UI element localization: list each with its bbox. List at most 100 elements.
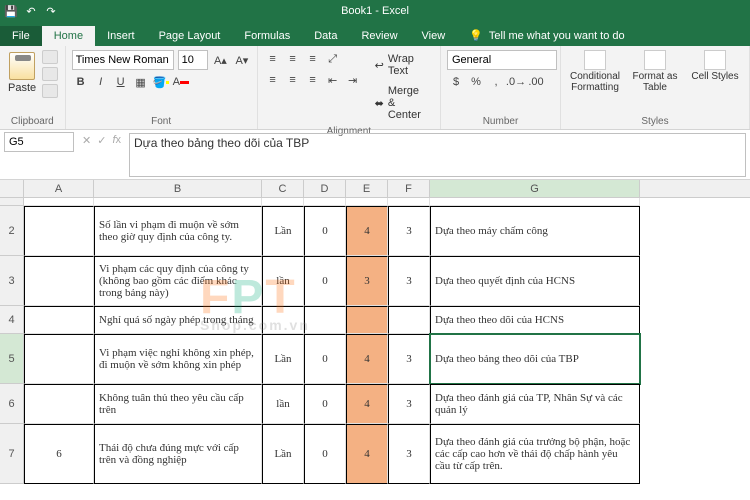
format-painter-icon[interactable] <box>42 84 58 98</box>
col-header-A[interactable]: A <box>24 180 94 197</box>
italic-button[interactable]: I <box>92 73 110 91</box>
tab-formulas[interactable]: Formulas <box>232 26 302 46</box>
cell[interactable]: 6 <box>24 424 94 484</box>
cell[interactable]: 4 <box>346 334 388 384</box>
cell[interactable]: Lần <box>262 206 304 256</box>
cut-icon[interactable] <box>42 50 58 64</box>
cell[interactable]: 4 <box>346 424 388 484</box>
redo-icon[interactable]: ↷ <box>44 4 58 18</box>
conditional-formatting-button[interactable]: Conditional Formatting <box>567 50 623 93</box>
copy-icon[interactable] <box>42 67 58 81</box>
enter-formula-icon[interactable]: ✓ <box>97 134 106 147</box>
cell[interactable] <box>346 306 388 334</box>
paste-button[interactable]: Paste <box>6 50 38 98</box>
decrease-decimal-icon[interactable]: .00 <box>527 73 545 91</box>
increase-font-icon[interactable]: A▴ <box>212 51 230 69</box>
cell[interactable]: 3 <box>388 206 430 256</box>
cell[interactable]: 3 <box>388 334 430 384</box>
align-top-icon[interactable]: ≡ <box>264 50 282 68</box>
cell[interactable]: Không tuân thủ theo yêu cầu cấp trên <box>94 384 262 424</box>
cell[interactable]: Dựa theo quyết định của HCNS <box>430 256 640 306</box>
fx-icon[interactable]: fx <box>112 134 121 147</box>
font-color-button[interactable]: A <box>172 73 190 91</box>
col-header-C[interactable]: C <box>262 180 304 197</box>
cell[interactable]: 3 <box>346 256 388 306</box>
cell[interactable] <box>24 256 94 306</box>
col-header-F[interactable]: F <box>388 180 430 197</box>
cell[interactable]: Nghỉ quá số ngày phép trong tháng <box>94 306 262 334</box>
formula-input[interactable]: Dựa theo bảng theo dõi của TBP <box>129 133 746 177</box>
row-header[interactable]: 7 <box>0 424 23 484</box>
cell[interactable]: 0 <box>304 424 346 484</box>
number-format-select[interactable] <box>447 50 557 70</box>
select-all-corner[interactable] <box>0 180 24 197</box>
increase-decimal-icon[interactable]: .0→ <box>507 73 525 91</box>
cell[interactable]: Dựa theo đánh giá của TP, Nhân Sự và các… <box>430 384 640 424</box>
cell[interactable]: lần <box>262 256 304 306</box>
worksheet[interactable]: A B C D E F G 234567 Số lần vi phạm đi m… <box>0 180 750 500</box>
orientation-icon[interactable]: ⤢ <box>324 50 342 68</box>
col-header-E[interactable]: E <box>346 180 388 197</box>
bold-button[interactable]: B <box>72 73 90 91</box>
border-button[interactable]: ▦ <box>132 73 150 91</box>
col-header-G[interactable]: G <box>430 180 640 197</box>
merge-center-button[interactable]: ⬌Merge & Center <box>368 82 434 124</box>
font-size-select[interactable] <box>178 50 208 70</box>
underline-button[interactable]: U <box>112 73 130 91</box>
decrease-font-icon[interactable]: A▾ <box>233 51 251 69</box>
cell[interactable] <box>24 206 94 256</box>
comma-icon[interactable]: , <box>487 73 505 91</box>
cell[interactable]: Thái độ chưa đúng mực với cấp trên và đồ… <box>94 424 262 484</box>
align-middle-icon[interactable]: ≡ <box>284 50 302 68</box>
tab-page-layout[interactable]: Page Layout <box>147 26 233 46</box>
cell-grid[interactable]: Số lần vi phạm đi muộn về sớm theo giờ q… <box>24 198 750 484</box>
tab-file[interactable]: File <box>0 26 42 46</box>
row-header[interactable]: 5 <box>0 334 23 384</box>
align-bottom-icon[interactable]: ≡ <box>304 50 322 68</box>
col-header-D[interactable]: D <box>304 180 346 197</box>
cell[interactable]: lần <box>262 384 304 424</box>
cell[interactable]: Lần <box>262 334 304 384</box>
tab-home[interactable]: Home <box>42 26 95 46</box>
cell[interactable]: Vi phạm việc nghỉ không xin phép, đi muộ… <box>94 334 262 384</box>
align-right-icon[interactable]: ≡ <box>304 71 322 89</box>
font-name-select[interactable] <box>72 50 174 70</box>
cell[interactable]: 0 <box>304 334 346 384</box>
percent-icon[interactable]: % <box>467 73 485 91</box>
cancel-formula-icon[interactable]: ✕ <box>82 134 91 147</box>
fill-color-button[interactable]: 🪣 <box>152 73 170 91</box>
tab-view[interactable]: View <box>410 26 458 46</box>
cell[interactable] <box>24 306 94 334</box>
row-header[interactable]: 2 <box>0 206 23 256</box>
tab-insert[interactable]: Insert <box>95 26 147 46</box>
wrap-text-button[interactable]: ↩Wrap Text <box>368 50 434 80</box>
cell[interactable]: 4 <box>346 384 388 424</box>
cell[interactable]: Số lần vi phạm đi muộn về sớm theo giờ q… <box>94 206 262 256</box>
increase-indent-icon[interactable]: ⇥ <box>344 71 362 89</box>
tell-me[interactable]: 💡 Tell me what you want to do <box>457 25 636 46</box>
cell[interactable] <box>388 306 430 334</box>
currency-icon[interactable]: $ <box>447 73 465 91</box>
save-icon[interactable]: 💾 <box>4 4 18 18</box>
col-header-B[interactable]: B <box>94 180 262 197</box>
cell[interactable] <box>262 306 304 334</box>
cell[interactable]: 3 <box>388 384 430 424</box>
cell-styles-button[interactable]: Cell Styles <box>687 50 743 93</box>
cell[interactable]: 0 <box>304 384 346 424</box>
align-left-icon[interactable]: ≡ <box>264 71 282 89</box>
cell[interactable]: Dựa theo máy chấm công <box>430 206 640 256</box>
cell[interactable]: Dựa theo bảng theo dõi của TBP <box>430 334 640 384</box>
name-box[interactable] <box>4 132 74 152</box>
cell[interactable]: Dựa theo theo dõi của HCNS <box>430 306 640 334</box>
decrease-indent-icon[interactable]: ⇤ <box>324 71 342 89</box>
align-center-icon[interactable]: ≡ <box>284 71 302 89</box>
cell[interactable]: Vi phạm các quy định của công ty (không … <box>94 256 262 306</box>
tab-review[interactable]: Review <box>349 26 409 46</box>
row-header[interactable]: 3 <box>0 256 23 306</box>
cell[interactable] <box>304 306 346 334</box>
tab-data[interactable]: Data <box>302 26 349 46</box>
cell[interactable]: 0 <box>304 206 346 256</box>
cell[interactable]: 3 <box>388 424 430 484</box>
undo-icon[interactable]: ↶ <box>24 4 38 18</box>
row-header[interactable]: 6 <box>0 384 23 424</box>
